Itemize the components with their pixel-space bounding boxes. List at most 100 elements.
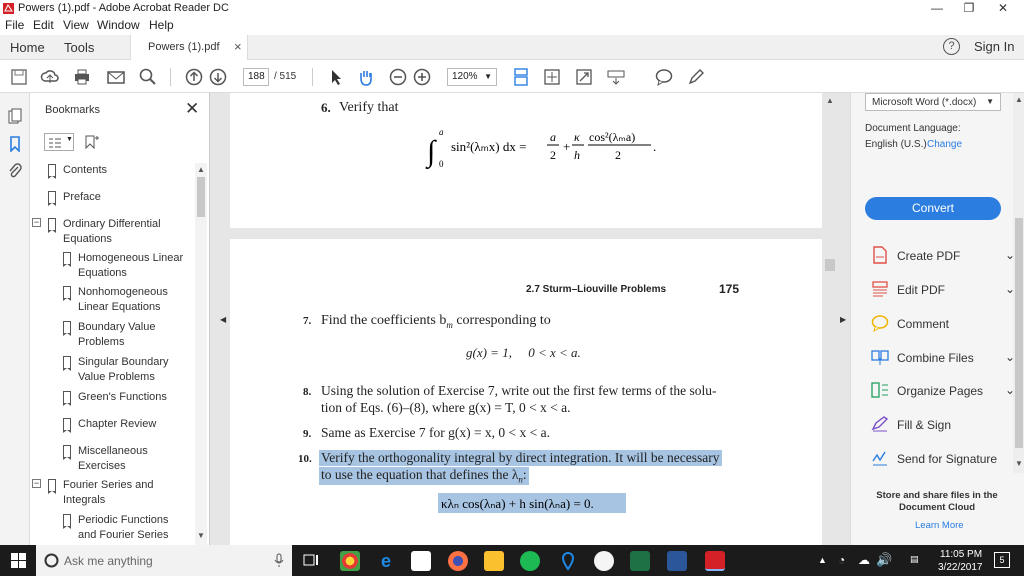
svg-text:a: a (439, 127, 444, 137)
keyboard-icon[interactable] (606, 67, 626, 87)
tab-home[interactable]: Home (10, 40, 45, 55)
firefox-icon[interactable] (448, 551, 468, 571)
exercise-10-line1[interactable]: Verify the orthogonality integral by dir… (319, 450, 722, 466)
menu-help[interactable]: Help (149, 18, 174, 32)
groove-music-icon[interactable] (594, 551, 614, 571)
windows-start-icon[interactable] (11, 553, 26, 568)
zoom-in-icon[interactable] (412, 67, 432, 87)
help-icon[interactable]: ? (943, 38, 960, 55)
scroll-thumb[interactable] (825, 259, 835, 271)
chevron-down-icon[interactable]: ▼ (197, 531, 205, 540)
store-icon[interactable] (411, 551, 431, 571)
zoom-select[interactable]: 120% ▼ (447, 68, 497, 86)
convert-button[interactable]: Convert (865, 197, 1001, 220)
zoom-value: 120% (452, 71, 478, 82)
send-for-signature-tool[interactable]: Send for Signature (871, 449, 1021, 469)
page-thumbnails-icon[interactable] (8, 108, 22, 124)
change-language-link[interactable]: Change (927, 139, 962, 150)
bookmarks-scrollbar[interactable]: ▲ ▼ (195, 163, 207, 545)
learn-more-link[interactable]: Learn More (915, 520, 964, 531)
collapse-right-icon[interactable]: ▶ (840, 315, 846, 324)
scroll-thumb[interactable] (1015, 218, 1023, 448)
organize-pages-tool[interactable]: Organize Pages ⌄ (871, 381, 1021, 401)
word-icon[interactable] (667, 551, 687, 571)
bookmark-label: Singular Boundary Value Problems (78, 356, 169, 383)
scroll-mode-icon[interactable] (542, 67, 562, 87)
add-bookmark-icon[interactable] (82, 133, 100, 151)
acrobat-taskbar-icon[interactable] (705, 551, 725, 571)
menu-view[interactable]: View (63, 18, 89, 32)
menu-file[interactable]: File (5, 18, 24, 32)
email-icon[interactable] (106, 67, 126, 87)
menu-edit[interactable]: Edit (33, 18, 54, 32)
close-window-button[interactable]: ✕ (980, 0, 1024, 18)
bookmark-options-button[interactable]: ▼ (44, 133, 74, 151)
collapse-toggle-icon[interactable]: − (32, 479, 41, 488)
microphone-icon (274, 553, 284, 567)
sign-in-link[interactable]: Sign In (974, 39, 1014, 54)
save-icon[interactable] (9, 67, 29, 87)
page-fit-icon[interactable] (511, 67, 531, 87)
chevron-up-icon[interactable]: ▲ (818, 555, 827, 565)
excel-icon[interactable] (630, 551, 650, 571)
document-view[interactable]: 6. Verify that ∫ a 0 sin²(λₘx) dx = a 2 … (210, 93, 850, 545)
keyboard-tray-icon[interactable]: ▤ (910, 554, 919, 565)
cortana-search-box[interactable]: Ask me anything (36, 545, 292, 576)
fill-sign-tool[interactable]: Fill & Sign (871, 415, 1021, 435)
select-arrow-icon[interactable] (326, 67, 346, 87)
comment-tool[interactable]: Comment (871, 314, 1021, 334)
tab-tools[interactable]: Tools (64, 40, 94, 55)
chrome-icon[interactable] (340, 551, 360, 571)
task-view-icon[interactable] (303, 553, 319, 567)
exercise-10-line2[interactable]: to use the equation that defines the λn: (319, 467, 529, 485)
network-icon[interactable]: ☁ (858, 553, 870, 567)
edge-icon[interactable]: e (376, 551, 396, 571)
bookmarks-icon[interactable] (9, 136, 21, 152)
pen-icon[interactable] (686, 67, 706, 87)
spotify-icon[interactable] (520, 551, 540, 571)
attachment-icon[interactable] (8, 162, 22, 178)
tab-document[interactable]: Powers (1).pdf × (130, 35, 248, 60)
svg-text:κ: κ (574, 130, 580, 144)
chevron-up-icon[interactable]: ▲ (197, 165, 205, 174)
hand-tool-icon[interactable] (356, 67, 376, 87)
clock-date[interactable]: 3/22/2017 (938, 562, 983, 573)
chevron-up-icon[interactable]: ▲ (1015, 95, 1023, 104)
fill-sign-icon (871, 416, 889, 432)
bookmark-flag-icon (63, 391, 71, 406)
close-tab-icon[interactable]: × (234, 39, 242, 54)
search-icon[interactable] (138, 67, 158, 87)
zoom-out-icon[interactable] (388, 67, 408, 87)
volume-icon[interactable]: 🔊 (876, 552, 892, 568)
export-format-select[interactable]: Microsoft Word (*.docx) ▼ (865, 93, 1001, 111)
exercise-8-number: 8. (303, 386, 312, 398)
svg-text:sin²(λₘx) dx =: sin²(λₘx) dx = (451, 139, 526, 154)
create-pdf-tool[interactable]: Create PDF ⌄ (871, 246, 1021, 266)
menu-window[interactable]: Window (97, 18, 140, 32)
chevron-down-icon[interactable]: ▼ (1015, 459, 1023, 468)
boundary-equation[interactable]: κλₙ cos(λₙa) + h sin(λₙa) = 0. (438, 491, 628, 515)
bookmarks-title: Bookmarks (45, 104, 101, 116)
clock-time[interactable]: 11:05 PM (940, 549, 982, 560)
upload-cloud-icon[interactable] (40, 67, 60, 87)
notifications-icon[interactable]: 5 (994, 552, 1010, 568)
comment-icon[interactable] (654, 67, 674, 87)
full-screen-icon[interactable] (574, 67, 594, 87)
scroll-thumb[interactable] (197, 177, 205, 217)
page-number-input[interactable]: 188 (243, 68, 269, 86)
close-panel-icon[interactable]: ✕ (185, 99, 199, 119)
previous-page-icon[interactable] (184, 67, 204, 87)
combine-files-tool[interactable]: Combine Files ⌄ (871, 348, 1021, 368)
navigation-strip (0, 93, 30, 545)
wifi-icon[interactable]: ◔ (838, 553, 845, 567)
collapse-left-icon[interactable]: ◀ (220, 315, 226, 324)
chevron-up-icon[interactable]: ▲ (826, 96, 834, 105)
tools-pane-scrollbar[interactable]: ▲ ▼ (1013, 93, 1024, 473)
document-scrollbar[interactable]: ▲ (824, 93, 836, 545)
next-page-icon[interactable] (208, 67, 228, 87)
edit-pdf-tool[interactable]: Edit PDF ⌄ (871, 280, 1021, 300)
print-icon[interactable] (72, 67, 92, 87)
maps-icon[interactable] (558, 551, 578, 571)
file-explorer-icon[interactable] (484, 551, 504, 571)
collapse-toggle-icon[interactable]: − (32, 218, 41, 227)
